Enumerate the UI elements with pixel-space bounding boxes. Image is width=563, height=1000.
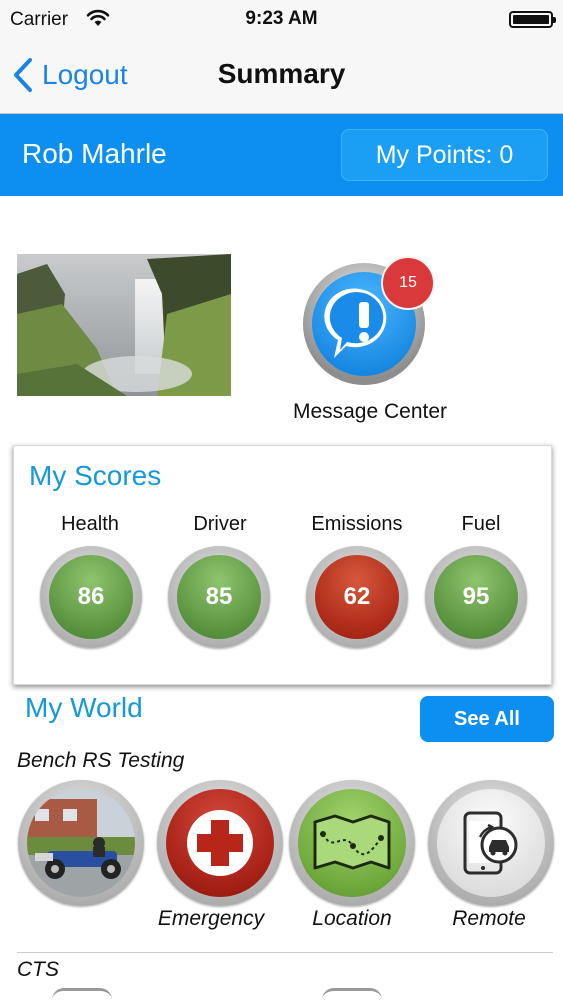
- next-row-icon: [52, 988, 112, 1000]
- phone-car-remote-icon: [463, 811, 518, 875]
- remote-button[interactable]: [428, 780, 554, 906]
- logout-label: Logout: [42, 59, 128, 90]
- emergency-button[interactable]: [157, 780, 283, 906]
- vehicle-name: Bench RS Testing: [17, 749, 185, 772]
- score-label-driver: Driver: [193, 513, 247, 535]
- score-value-emissions: 62: [315, 555, 399, 639]
- location-button[interactable]: [289, 780, 415, 906]
- see-all-button[interactable]: See All: [420, 696, 554, 742]
- chevron-left-icon: [14, 58, 32, 92]
- score-value-health: 86: [49, 555, 133, 639]
- my-scores-card: My Scores Health 86 Driver 85 Emissions …: [13, 445, 552, 685]
- score-label-emissions: Emissions: [311, 513, 403, 535]
- score-emissions[interactable]: 62: [306, 546, 408, 648]
- battery-icon: [509, 11, 556, 28]
- logout-button[interactable]: Logout: [12, 55, 128, 95]
- message-count-badge: 15: [381, 256, 435, 310]
- my-points-button[interactable]: My Points: 0: [341, 129, 548, 181]
- score-value-fuel: 95: [434, 555, 518, 639]
- status-bar: Carrier 9:23 AM: [0, 0, 563, 38]
- user-header: Rob Mahrle My Points: 0: [0, 114, 563, 196]
- remote-label: Remote: [452, 907, 526, 930]
- status-time: 9:23 AM: [245, 8, 318, 29]
- hot-rod-photo-image: [27, 789, 135, 897]
- navigation-bar: Logout Summary: [0, 38, 563, 114]
- my-scores-title: My Scores: [29, 460, 162, 491]
- remote-icon-bg: [437, 789, 545, 897]
- score-driver[interactable]: 85: [168, 546, 270, 648]
- vehicle-photo: [27, 789, 135, 897]
- my-world-title: My World: [25, 692, 143, 723]
- location-label: Location: [312, 907, 392, 930]
- vehicle-name: CTS: [17, 958, 59, 981]
- score-label-fuel: Fuel: [461, 513, 501, 535]
- profile-photo[interactable]: [17, 254, 231, 396]
- location-icon-bg: [298, 789, 406, 897]
- score-health[interactable]: 86: [40, 546, 142, 648]
- vehicle-divider: [17, 952, 553, 953]
- next-row-icon: [322, 988, 382, 1000]
- user-name: Rob Mahrle: [22, 138, 167, 169]
- message-center-label: Message Center: [292, 400, 448, 423]
- waterfall-landscape-image: [17, 254, 231, 396]
- vehicle-photo-button[interactable]: [18, 780, 144, 906]
- map-route-icon: [313, 814, 391, 870]
- score-label-health: Health: [61, 513, 119, 535]
- score-fuel[interactable]: 95: [425, 546, 527, 648]
- emergency-label: Emergency: [157, 907, 265, 930]
- score-value-driver: 85: [177, 555, 261, 639]
- emergency-icon-bg: [166, 789, 274, 897]
- medical-cross-icon: [187, 810, 253, 876]
